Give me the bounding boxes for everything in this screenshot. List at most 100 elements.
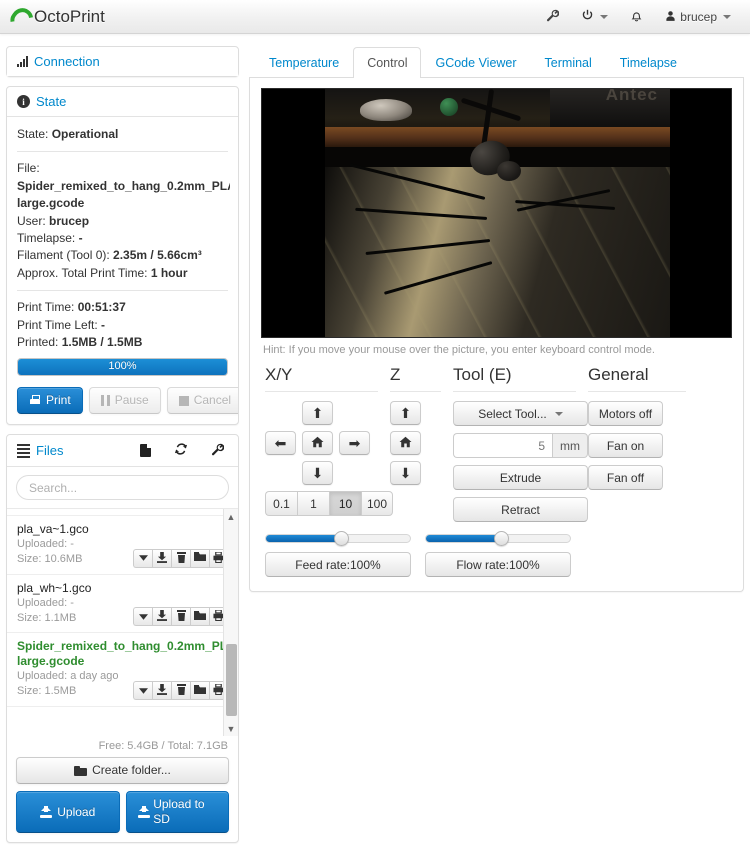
refresh-icon[interactable]: [174, 442, 188, 459]
flow-rate-slider-knob[interactable]: [493, 531, 509, 546]
select-tool-dropdown[interactable]: Select Tool...: [453, 401, 588, 426]
trash-button[interactable]: [171, 681, 190, 701]
timelapse-row: Timelapse: -: [17, 230, 228, 247]
z-row-top: ⬆: [390, 401, 453, 425]
folder-open-button[interactable]: [190, 607, 209, 627]
webcam-stream[interactable]: Antec: [261, 88, 732, 338]
z-plus-button[interactable]: ⬆: [390, 401, 421, 425]
files-panel-title[interactable]: Files: [36, 443, 63, 458]
flow-rate-group: Flow rate:100%: [425, 531, 571, 577]
feed-rate-slider[interactable]: [265, 531, 411, 546]
arrow-down-icon: ⬇: [311, 465, 324, 481]
file-item-actions: [133, 548, 228, 568]
step-size-10[interactable]: 10: [329, 491, 361, 516]
folder-open-button[interactable]: [190, 681, 209, 701]
power-menu[interactable]: [570, 0, 619, 33]
webcam-case-label: Antec: [605, 89, 658, 104]
home-z-button[interactable]: [390, 431, 421, 455]
y-minus-button[interactable]: ⬇: [302, 461, 333, 485]
step-size-0-1[interactable]: 0.1: [265, 491, 297, 516]
scroll-down-arrow-icon[interactable]: ▼: [224, 721, 238, 736]
feed-rate-button[interactable]: Feed rate:100%: [265, 552, 411, 577]
file-list-item[interactable]: pla_va~1.gco Uploaded: - Size: 10.6MB: [7, 516, 238, 575]
create-folder-button[interactable]: Create folder...: [16, 757, 229, 785]
trash-button[interactable]: [171, 607, 190, 627]
search-input[interactable]: [16, 475, 229, 501]
bell-icon: [630, 9, 643, 25]
chevron-down-icon: [600, 14, 609, 19]
connection-panel-title: Connection: [34, 54, 100, 69]
tab-control[interactable]: Control: [353, 47, 422, 78]
tab-temperature[interactable]: Temperature: [255, 47, 353, 78]
tab-label: Terminal: [544, 56, 592, 70]
file-list-item[interactable]: Spider_remixed_to_hang_0.2mm_PLA_MK2S-la…: [7, 633, 238, 708]
notifications-button[interactable]: [619, 0, 654, 33]
approx-time-value: 1 hour: [150, 265, 188, 280]
folder-open-button[interactable]: [190, 548, 209, 568]
connection-panel-header[interactable]: Connection: [7, 47, 238, 76]
extrude-button[interactable]: Extrude: [453, 465, 588, 490]
y-plus-button[interactable]: ⬆: [302, 401, 333, 425]
step-size-100[interactable]: 100: [361, 491, 393, 516]
step-size-group: 0.1 1 10 100: [265, 491, 393, 516]
chevron-down-button[interactable]: [133, 548, 152, 568]
tab-terminal[interactable]: Terminal: [531, 47, 606, 78]
file-icon[interactable]: [140, 444, 151, 458]
brand-logo[interactable]: OctoPrint: [0, 7, 105, 27]
chevron-down-icon: [138, 686, 148, 696]
feed-rate-slider-fill: [266, 535, 341, 542]
upload-sd-label: Upload to SD: [153, 797, 205, 827]
user-menu[interactable]: brucep: [654, 0, 742, 33]
flow-rate-button[interactable]: Flow rate:100%: [425, 552, 571, 577]
z-heading: Z: [390, 365, 441, 392]
download-button[interactable]: [152, 548, 171, 568]
file-item-name: pla_wh~1.gco: [17, 580, 92, 595]
scrollbar-thumb[interactable]: [226, 644, 237, 717]
chevron-down-icon: [554, 411, 563, 416]
x-plus-button[interactable]: ➡: [339, 431, 370, 455]
download-button[interactable]: [152, 681, 171, 701]
flow-rate-slider[interactable]: [425, 531, 571, 546]
chevron-down-button[interactable]: [133, 607, 152, 627]
fan-off-button[interactable]: Fan off: [588, 465, 663, 490]
cancel-button[interactable]: Cancel: [166, 387, 238, 415]
file-list-scrollbar[interactable]: ▲ ▼: [223, 509, 238, 737]
user-value: brucep: [49, 213, 90, 228]
print-progress-fill: 100%: [18, 359, 227, 376]
rate-sliders: Feed rate:100% Flow rate:100%: [261, 522, 732, 577]
file-item-name: pla_va~1.gco: [17, 521, 89, 536]
scroll-up-arrow-icon[interactable]: ▲: [224, 509, 238, 524]
retract-label: Retract: [501, 502, 540, 517]
download-button[interactable]: [152, 508, 171, 509]
chevron-down-button[interactable]: [133, 681, 152, 701]
files-panel: Files pla_tr~2.gcoUploaded: -Size: 27.4M…: [6, 434, 239, 844]
extrusion-amount-input[interactable]: [453, 433, 552, 458]
settings-button[interactable]: [535, 0, 570, 33]
home-xy-button[interactable]: [302, 431, 333, 455]
upload-button[interactable]: Upload: [16, 791, 120, 834]
trash-button[interactable]: [171, 548, 190, 568]
state-row: State: Operational: [17, 126, 228, 143]
upload-to-sd-button[interactable]: Upload to SD: [125, 791, 229, 834]
trash-button[interactable]: [171, 508, 190, 509]
print-button[interactable]: Print: [17, 387, 83, 415]
z-minus-button[interactable]: ⬇: [390, 461, 421, 485]
tab-timelapse[interactable]: Timelapse: [606, 47, 691, 78]
folder-open-button[interactable]: [190, 508, 209, 509]
file-list-item[interactable]: pla_tr~2.gcoUploaded: -Size: 27.4MB: [7, 508, 238, 516]
x-minus-button[interactable]: ⬅: [265, 431, 296, 455]
motors-off-button[interactable]: Motors off: [588, 401, 663, 426]
wrench-icon[interactable]: [211, 443, 225, 459]
feed-rate-slider-knob[interactable]: [333, 531, 349, 546]
chevron-down-button[interactable]: [133, 508, 152, 509]
download-button[interactable]: [152, 607, 171, 627]
step-size-1[interactable]: 1: [297, 491, 329, 516]
retract-button[interactable]: Retract: [453, 497, 588, 522]
tab-label: GCode Viewer: [435, 56, 517, 70]
divider: [17, 151, 228, 153]
pause-button[interactable]: Pause: [88, 387, 161, 415]
fan-on-button[interactable]: Fan on: [588, 433, 663, 458]
file-list-item[interactable]: pla_wh~1.gco Uploaded: - Size: 1.1MB: [7, 575, 238, 634]
tab-gcode-viewer[interactable]: GCode Viewer: [421, 47, 530, 78]
state-panel-header[interactable]: i State: [7, 87, 238, 117]
